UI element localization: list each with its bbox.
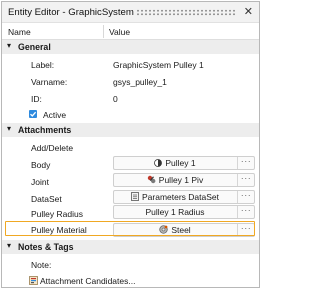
varname-value[interactable]: gsys_pulley_1 xyxy=(113,77,167,87)
pulley-material-key: Pulley Material xyxy=(31,225,87,235)
joint-value: Pulley 1 Piv xyxy=(158,175,204,185)
window-title: Entity Editor - GraphicSystem xyxy=(8,7,134,18)
pulley-radius-key: Pulley Radius xyxy=(31,209,83,219)
column-name-header[interactable]: Name xyxy=(8,27,31,37)
more-options-icon[interactable]: ··· xyxy=(237,191,254,203)
body-key: Body xyxy=(31,160,51,170)
entity-editor-panel: Entity Editor - GraphicSystem ✕ Name Val… xyxy=(1,1,260,288)
note-key: Note: xyxy=(31,260,52,270)
row-add-delete: Add/Delete xyxy=(2,139,259,156)
collapse-caret-icon[interactable]: ▾ xyxy=(7,241,11,250)
dataset-value: Parameters DataSet xyxy=(141,192,219,202)
material-icon xyxy=(159,225,168,237)
more-options-icon[interactable]: ··· xyxy=(237,224,254,236)
attachment-candidates-link[interactable]: Attachment Candidates... xyxy=(40,276,135,286)
active-label: Active xyxy=(43,110,67,120)
pulley-material-value: Steel xyxy=(171,225,191,235)
active-checkbox[interactable] xyxy=(29,110,37,118)
title-bar[interactable]: Entity Editor - GraphicSystem ✕ xyxy=(2,2,259,23)
label-key: Label: xyxy=(31,60,55,70)
more-options-icon[interactable]: ··· xyxy=(237,206,254,218)
dataset-icon xyxy=(131,191,139,204)
dataset-field[interactable]: Parameters DataSet ··· xyxy=(113,190,255,204)
column-value-header[interactable]: Value xyxy=(109,27,130,37)
more-options-icon[interactable]: ··· xyxy=(237,174,254,186)
add-delete-link[interactable]: Add/Delete xyxy=(31,143,73,153)
section-notes-label: Notes & Tags xyxy=(18,242,74,252)
body-field[interactable]: Pulley 1 ··· xyxy=(113,156,255,170)
row-note: Note: xyxy=(2,256,259,273)
column-header: Name Value xyxy=(2,23,259,40)
section-general[interactable]: ▾ General xyxy=(2,40,259,54)
row-id: ID: 0 xyxy=(2,90,259,107)
row-active: Active xyxy=(2,106,259,123)
label-value[interactable]: GraphicSystem Pulley 1 xyxy=(113,60,204,70)
attachment-candidates-icon xyxy=(29,276,38,287)
row-label: Label: GraphicSystem Pulley 1 xyxy=(2,56,259,73)
row-attachment-candidates: Attachment Candidates... xyxy=(2,272,259,289)
pulley-material-field[interactable]: Steel ··· xyxy=(113,223,255,237)
drag-grip-icon[interactable] xyxy=(136,9,236,16)
collapse-caret-icon[interactable]: ▾ xyxy=(7,41,11,50)
id-value: 0 xyxy=(113,94,118,104)
more-options-icon[interactable]: ··· xyxy=(237,157,254,169)
pulley-radius-field[interactable]: Pulley 1 Radius ··· xyxy=(113,205,255,219)
section-general-label: General xyxy=(18,42,51,52)
dataset-key: DataSet xyxy=(31,194,62,204)
section-attachments-label: Attachments xyxy=(18,125,72,135)
id-key: ID: xyxy=(31,94,42,104)
row-varname: Varname: gsys_pulley_1 xyxy=(2,73,259,90)
varname-key: Varname: xyxy=(31,77,68,87)
body-value: Pulley 1 xyxy=(165,158,196,168)
section-notes-tags[interactable]: ▾ Notes & Tags xyxy=(2,240,259,254)
collapse-caret-icon[interactable]: ▾ xyxy=(7,124,11,133)
column-divider[interactable] xyxy=(103,25,104,38)
close-icon[interactable]: ✕ xyxy=(244,5,253,19)
joint-key: Joint xyxy=(31,177,49,187)
joint-field[interactable]: Pulley 1 Piv ··· xyxy=(113,173,255,187)
section-attachments[interactable]: ▾ Attachments xyxy=(2,123,259,137)
pulley-radius-value: Pulley 1 Radius xyxy=(145,207,205,217)
joint-icon xyxy=(147,175,156,187)
body-icon xyxy=(154,158,163,170)
